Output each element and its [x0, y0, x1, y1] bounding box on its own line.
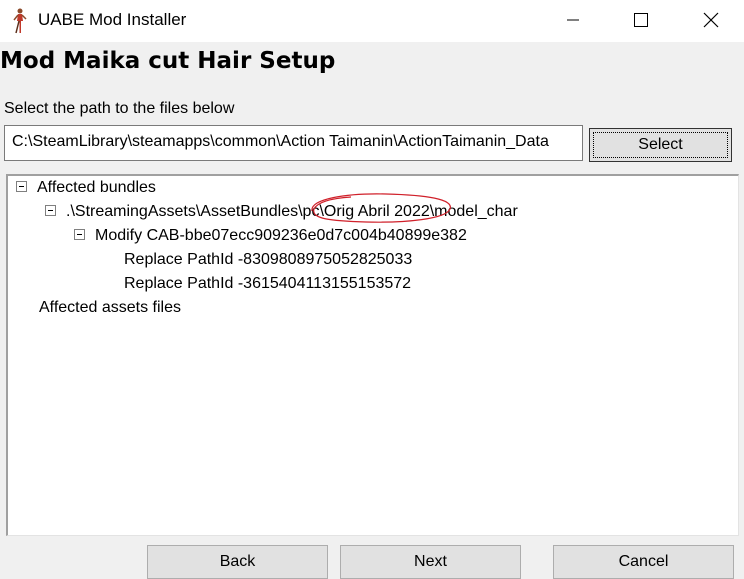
tree-node-replace-1[interactable]: Replace PathId -8309808975052825033 — [124, 249, 412, 271]
next-button[interactable]: Next — [340, 545, 521, 579]
path-input[interactable]: C:\SteamLibrary\steamapps\common\Action … — [4, 125, 583, 161]
collapse-icon[interactable] — [16, 181, 27, 193]
maximize-icon — [634, 13, 648, 27]
minimize-icon — [567, 19, 579, 21]
cancel-button[interactable]: Cancel — [553, 545, 734, 579]
focus-ring — [593, 132, 728, 158]
window-title: UABE Mod Installer — [38, 10, 187, 29]
tree-node-affected-assets[interactable]: Affected assets files — [39, 297, 181, 319]
tree-node-label: Replace PathId -3615404113155153572 — [124, 275, 412, 292]
tree-node-label: .\StreamingAssets\AssetBundles\pc\Orig A… — [66, 203, 518, 220]
tree-node-label: Modify CAB-bbe07ecc909236e0d7c004b40899e… — [95, 227, 467, 244]
select-button[interactable]: Select — [589, 128, 732, 162]
collapse-icon[interactable] — [45, 205, 56, 217]
collapse-icon[interactable] — [74, 229, 85, 241]
tree-node-affected-bundles[interactable]: Affected bundles — [16, 177, 156, 199]
path-label: Select the path to the files below — [4, 100, 235, 117]
tree-node-modify[interactable]: Modify CAB-bbe07ecc909236e0d7c004b40899e… — [74, 225, 467, 247]
maximize-button[interactable] — [618, 0, 664, 40]
tree-node-bundle[interactable]: .\StreamingAssets\AssetBundles\pc\Orig A… — [45, 201, 518, 223]
page-title: Mod Maika cut Hair Setup — [0, 48, 336, 74]
close-icon — [703, 12, 719, 28]
tree-node-label: Replace PathId -8309808975052825033 — [124, 251, 413, 268]
tree-node-label: Affected bundles — [37, 179, 156, 196]
tree-node-replace-2[interactable]: Replace PathId -3615404113155153572 — [124, 273, 411, 295]
figure-icon — [13, 8, 27, 34]
affected-files-tree[interactable]: Affected bundles .\StreamingAssets\Asset… — [6, 174, 739, 536]
close-button[interactable] — [688, 0, 734, 40]
back-button[interactable]: Back — [147, 545, 328, 579]
minimize-button[interactable] — [550, 0, 596, 40]
tree-node-label: Affected assets files — [39, 299, 181, 316]
title-bar: UABE Mod Installer — [0, 0, 744, 42]
